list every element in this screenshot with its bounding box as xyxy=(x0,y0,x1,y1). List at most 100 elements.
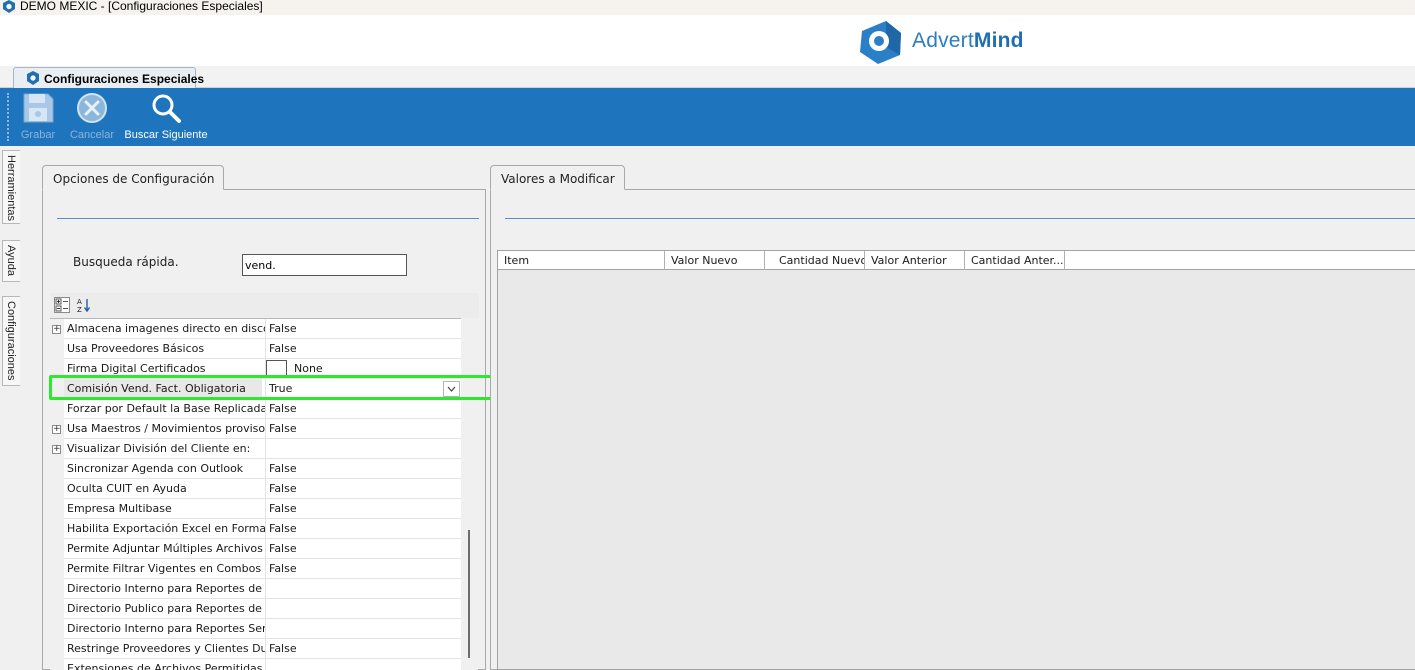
column-separator[interactable] xyxy=(265,499,266,519)
property-value[interactable]: False xyxy=(269,522,297,535)
row-gutter xyxy=(50,459,64,479)
property-name: Firma Digital Certificados xyxy=(67,362,206,375)
column-separator[interactable] xyxy=(265,599,266,619)
values-list-header: Item Valor Nuevo Cantidad Nuevo Valor An… xyxy=(498,251,1415,270)
property-value[interactable]: False xyxy=(269,562,297,575)
value-swatch[interactable] xyxy=(266,360,287,376)
brand-name-regular: Advert xyxy=(912,29,974,52)
column-separator[interactable] xyxy=(265,559,266,579)
column-header-valor-anterior[interactable]: Valor Anterior xyxy=(865,251,965,270)
column-header-cantidad-anterior[interactable]: Cantidad Anter... xyxy=(965,251,1065,270)
column-separator[interactable] xyxy=(265,659,266,670)
advertmind-logo-icon xyxy=(860,21,901,64)
column-separator[interactable] xyxy=(265,579,266,599)
property-value[interactable]: False xyxy=(269,542,297,555)
side-tab-label: Herramientas xyxy=(5,155,17,222)
column-separator[interactable] xyxy=(265,479,266,499)
quick-search-input[interactable] xyxy=(242,254,407,276)
save-button[interactable]: Grabar xyxy=(18,92,58,141)
document-tab-label: Configuraciones Especiales xyxy=(44,72,205,86)
magnifier-icon xyxy=(152,94,181,123)
property-row[interactable]: + Visualizar División del Cliente en: xyxy=(50,439,461,459)
column-separator[interactable] xyxy=(265,519,266,539)
column-separator[interactable] xyxy=(265,539,266,559)
document-tab-configuraciones[interactable]: Configuraciones Especiales xyxy=(13,67,204,89)
property-row[interactable]: Permite Filtrar Vigentes en Combos False xyxy=(50,559,461,579)
highlight-box xyxy=(49,375,546,400)
property-name: Restringe Proveedores y Clientes Duplica… xyxy=(67,642,265,655)
property-row[interactable]: Directorio Interno para Reportes Servici… xyxy=(50,619,461,639)
config-options-panel-title: Opciones de Configuración xyxy=(53,172,215,186)
values-to-modify-panel-title: Valores a Modificar xyxy=(501,172,615,186)
row-gutter xyxy=(50,659,64,670)
property-row[interactable]: Directorio Publico para Reportes de Serv… xyxy=(50,599,461,619)
property-value[interactable]: False xyxy=(269,502,297,515)
values-to-modify-panel-tab: Valores a Modificar xyxy=(490,165,625,190)
property-value[interactable]: False xyxy=(269,422,297,435)
column-separator[interactable] xyxy=(265,319,266,339)
property-name: Usa Maestros / Movimientos provisorios xyxy=(67,422,265,435)
plus-box-icon[interactable]: + xyxy=(52,445,61,454)
column-separator[interactable] xyxy=(265,459,266,479)
document-tab-strip xyxy=(0,66,1415,88)
find-next-button[interactable]: Buscar Siguiente xyxy=(123,92,209,141)
panel-divider xyxy=(505,218,1415,219)
plus-box-icon[interactable]: + xyxy=(52,425,61,434)
scrollbar-thumb[interactable] xyxy=(468,530,470,658)
property-row[interactable]: Forzar por Default la Base Replicada Fals… xyxy=(50,399,461,419)
property-row[interactable]: + Almacena imagenes directo en disco False xyxy=(50,319,461,339)
sort-az-icon[interactable]: A Z xyxy=(76,297,92,313)
window-title: DEMO MEXIC - [Configuraciones Especiales… xyxy=(20,0,263,13)
property-row[interactable]: Oculta CUIT en Ayuda False xyxy=(50,479,461,499)
property-row[interactable]: Usa Proveedores Básicos False xyxy=(50,339,461,359)
property-row[interactable]: Permite Adjuntar Múltiples Archivos False xyxy=(50,539,461,559)
property-grid[interactable]: + Almacena imagenes directo en disco False… xyxy=(50,318,478,670)
column-separator[interactable] xyxy=(265,619,266,639)
column-header-item[interactable]: Item xyxy=(498,251,665,270)
property-name: Almacena imagenes directo en disco xyxy=(67,322,265,335)
window-title-bar: DEMO MEXIC - [Configuraciones Especiales… xyxy=(0,0,1415,15)
main-toolbar: Grabar Cancelar Buscar Siguiente xyxy=(0,88,1415,146)
row-gutter xyxy=(50,399,64,419)
property-row[interactable]: Directorio Interno para Reportes de Serv… xyxy=(50,579,461,599)
property-row[interactable]: + Usa Maestros / Movimientos provisorios F… xyxy=(50,419,461,439)
categorized-view-icon[interactable] xyxy=(54,297,70,313)
property-value[interactable]: False xyxy=(269,322,297,335)
property-value[interactable]: None xyxy=(294,362,323,375)
property-row[interactable]: Empresa Multibase False xyxy=(50,499,461,519)
side-tab-rail: Herramientas Ayuda Configuraciones xyxy=(0,146,20,670)
property-row[interactable]: Restringe Proveedores y Clientes Duplica… xyxy=(50,639,461,659)
column-separator[interactable] xyxy=(265,639,266,659)
property-name: Habilita Exportación Excel en Formato Na… xyxy=(67,522,265,535)
column-header-valor-nuevo[interactable]: Valor Nuevo xyxy=(665,251,765,270)
values-list-view[interactable] xyxy=(497,250,1415,670)
column-separator[interactable] xyxy=(265,399,266,419)
property-grid-scrollbar[interactable] xyxy=(461,318,478,670)
column-separator[interactable] xyxy=(265,419,266,439)
property-value[interactable]: False xyxy=(269,482,297,495)
property-value[interactable]: False xyxy=(269,642,297,655)
side-tab-configuraciones[interactable]: Configuraciones xyxy=(2,296,20,386)
column-separator[interactable] xyxy=(265,439,266,459)
column-header-cantidad-nuevo[interactable]: Cantidad Nuevo xyxy=(765,251,865,270)
brand-name: AdvertMind xyxy=(912,29,1024,53)
svg-text:Z: Z xyxy=(77,306,82,313)
property-value[interactable]: False xyxy=(269,342,297,355)
property-row[interactable]: Sincronizar Agenda con Outlook False xyxy=(50,459,461,479)
row-gutter xyxy=(50,339,64,359)
property-value[interactable]: False xyxy=(269,462,297,475)
toolbar-grip[interactable] xyxy=(7,93,9,141)
side-tab-ayuda[interactable]: Ayuda xyxy=(2,240,20,282)
property-value[interactable]: False xyxy=(269,402,297,415)
app-logo-icon xyxy=(3,0,15,13)
property-name: Permite Filtrar Vigentes en Combos xyxy=(67,562,262,575)
cancel-circle-icon xyxy=(77,93,107,123)
row-gutter xyxy=(50,519,64,539)
property-row[interactable]: Extensiones de Archivos Permitidas xyxy=(50,659,461,670)
property-row[interactable]: Habilita Exportación Excel en Formato Na… xyxy=(50,519,461,539)
cancel-button[interactable]: Cancelar xyxy=(69,92,115,141)
config-options-panel-tab: Opciones de Configuración xyxy=(42,165,224,190)
side-tab-herramientas[interactable]: Herramientas xyxy=(2,150,20,224)
column-separator[interactable] xyxy=(265,339,266,359)
plus-box-icon[interactable]: + xyxy=(52,325,61,334)
